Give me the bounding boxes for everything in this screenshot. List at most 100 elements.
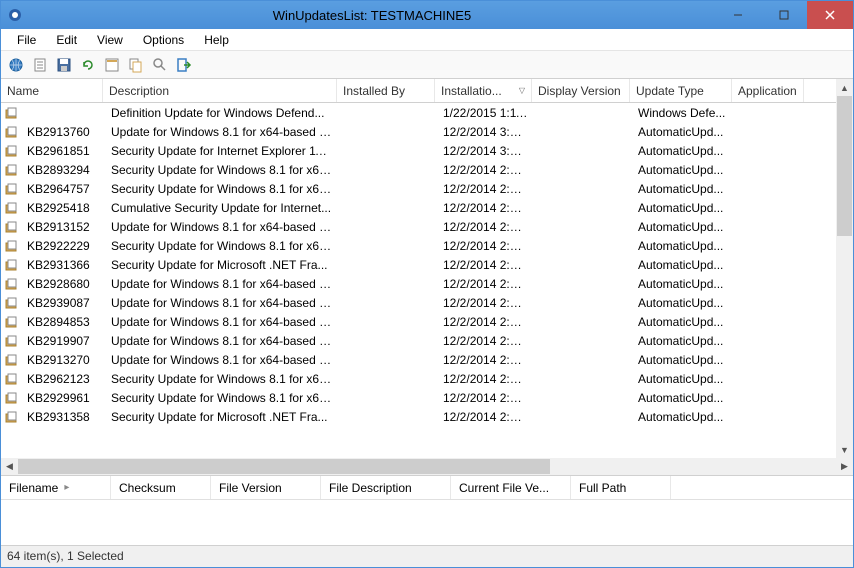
minimize-button[interactable]	[715, 1, 761, 29]
main-window: WinUpdatesList: TESTMACHINE5 File Edit V…	[0, 0, 854, 568]
exit-icon[interactable]	[173, 54, 195, 76]
vertical-scrollbar[interactable]: ▲ ▼	[836, 79, 853, 458]
menu-view[interactable]: View	[87, 31, 133, 49]
cell-application	[734, 416, 806, 418]
menubar: File Edit View Options Help	[1, 29, 853, 51]
cell-installed-by	[339, 150, 437, 152]
cell-installed-by	[339, 340, 437, 342]
scroll-down-icon[interactable]: ▼	[836, 441, 853, 458]
column-filename[interactable]: Filename▸	[1, 476, 111, 499]
cell-description: Update for Windows 8.1 for x64-based S..…	[105, 352, 339, 368]
table-row[interactable]: KB2961851Security Update for Internet Ex…	[1, 141, 836, 160]
column-installed-by[interactable]: Installed By	[337, 79, 435, 102]
menu-file[interactable]: File	[7, 31, 46, 49]
cell-display-version	[534, 378, 632, 380]
cell-update-type: AutomaticUpd...	[632, 390, 734, 406]
table-row[interactable]: KB2893294Security Update for Windows 8.1…	[1, 160, 836, 179]
cell-update-type: AutomaticUpd...	[632, 124, 734, 140]
menu-help[interactable]: Help	[194, 31, 239, 49]
cell-application	[734, 226, 806, 228]
properties-icon[interactable]	[101, 54, 123, 76]
scroll-track[interactable]	[836, 96, 853, 441]
cell-name: KB2928680	[21, 276, 105, 292]
cell-install-date: 12/2/2014 2:58:...	[437, 390, 534, 406]
close-button[interactable]	[807, 1, 853, 29]
table-row[interactable]: Definition Update for Windows Defend...1…	[1, 103, 836, 122]
column-name[interactable]: Name	[1, 79, 103, 102]
cell-install-date: 12/2/2014 2:59:...	[437, 238, 534, 254]
scroll-right-icon[interactable]: ▶	[836, 458, 853, 475]
cell-installed-by	[339, 397, 437, 399]
cell-display-version	[534, 416, 632, 418]
column-checksum[interactable]: Checksum	[111, 476, 211, 499]
table-row[interactable]: KB2894853Update for Windows 8.1 for x64-…	[1, 312, 836, 331]
hscroll-track[interactable]	[18, 458, 836, 475]
find-icon[interactable]	[149, 54, 171, 76]
scroll-up-icon[interactable]: ▲	[836, 79, 853, 96]
cell-description: Definition Update for Windows Defend...	[105, 105, 339, 121]
table-row[interactable]: KB2913760Update for Windows 8.1 for x64-…	[1, 122, 836, 141]
window-controls	[715, 1, 853, 29]
cell-install-date: 12/2/2014 2:58:...	[437, 333, 534, 349]
cell-description: Security Update for Windows 8.1 for x64.…	[105, 238, 339, 254]
column-install-date[interactable]: Installatio...▽	[435, 79, 532, 102]
update-item-icon	[5, 183, 19, 195]
column-file-version[interactable]: File Version	[211, 476, 321, 499]
cell-application	[734, 264, 806, 266]
cell-update-type: AutomaticUpd...	[632, 143, 734, 159]
table-row[interactable]: KB2931358Security Update for Microsoft .…	[1, 407, 836, 426]
update-item-icon	[5, 107, 19, 119]
table-row[interactable]: KB2928680Update for Windows 8.1 for x64-…	[1, 274, 836, 293]
table-row[interactable]: KB2919907Update for Windows 8.1 for x64-…	[1, 331, 836, 350]
table-row[interactable]: KB2922229Security Update for Windows 8.1…	[1, 236, 836, 255]
scroll-thumb[interactable]	[837, 96, 852, 236]
cell-application	[734, 378, 806, 380]
menu-edit[interactable]: Edit	[46, 31, 87, 49]
status-text: 64 item(s), 1 Selected	[7, 549, 124, 563]
table-row[interactable]: KB2913152Update for Windows 8.1 for x64-…	[1, 217, 836, 236]
column-application[interactable]: Application	[732, 79, 804, 102]
table-row[interactable]: KB2929961Security Update for Windows 8.1…	[1, 388, 836, 407]
lower-grid-body[interactable]	[1, 500, 853, 545]
column-display-version[interactable]: Display Version	[532, 79, 630, 102]
update-item-icon	[5, 164, 19, 176]
cell-name: KB2922229	[21, 238, 105, 254]
cell-application	[734, 169, 806, 171]
menu-options[interactable]: Options	[133, 31, 194, 49]
cell-install-date: 12/2/2014 2:58:...	[437, 314, 534, 330]
hscroll-thumb[interactable]	[18, 459, 550, 474]
column-current-file-version[interactable]: Current File Ve...	[451, 476, 571, 499]
table-row[interactable]: KB2939087Update for Windows 8.1 for x64-…	[1, 293, 836, 312]
update-item-icon	[5, 278, 19, 290]
cell-display-version	[534, 340, 632, 342]
table-row[interactable]: KB2931366Security Update for Microsoft .…	[1, 255, 836, 274]
cell-name: KB2913760	[21, 124, 105, 140]
column-file-description[interactable]: File Description	[321, 476, 451, 499]
copy-icon[interactable]	[125, 54, 147, 76]
document-icon[interactable]	[29, 54, 51, 76]
cell-name: KB2913270	[21, 352, 105, 368]
cell-install-date: 12/2/2014 2:58:...	[437, 371, 534, 387]
maximize-button[interactable]	[761, 1, 807, 29]
column-description[interactable]: Description	[103, 79, 337, 102]
table-row[interactable]: KB2913270Update for Windows 8.1 for x64-…	[1, 350, 836, 369]
horizontal-scrollbar[interactable]: ◀ ▶	[1, 458, 853, 475]
refresh-icon[interactable]	[77, 54, 99, 76]
cell-install-date: 12/2/2014 2:59:...	[437, 162, 534, 178]
column-full-path[interactable]: Full Path	[571, 476, 671, 499]
cell-display-version	[534, 207, 632, 209]
cell-application	[734, 150, 806, 152]
table-row[interactable]: KB2962123Security Update for Windows 8.1…	[1, 369, 836, 388]
cell-update-type: Windows Defe...	[632, 105, 734, 121]
table-row[interactable]: KB2925418Cumulative Security Update for …	[1, 198, 836, 217]
update-item-icon	[5, 373, 19, 385]
cell-install-date: 12/2/2014 2:59:...	[437, 219, 534, 235]
column-update-type[interactable]: Update Type	[630, 79, 732, 102]
cell-update-type: AutomaticUpd...	[632, 200, 734, 216]
scroll-left-icon[interactable]: ◀	[1, 458, 18, 475]
grid-body[interactable]: Definition Update for Windows Defend... 1…	[1, 103, 836, 458]
save-icon[interactable]	[53, 54, 75, 76]
table-row[interactable]: KB2964757Security Update for Windows 8.1…	[1, 179, 836, 198]
globe-icon[interactable]	[5, 54, 27, 76]
cell-display-version	[534, 283, 632, 285]
